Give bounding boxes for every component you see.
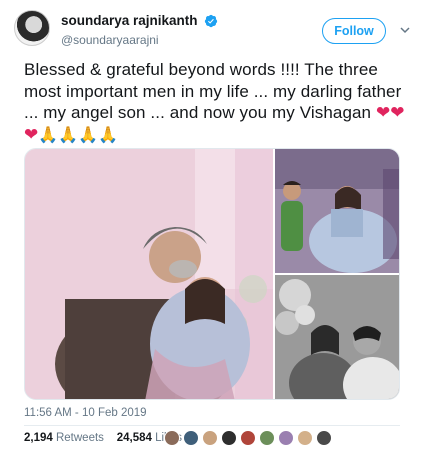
divider: [24, 425, 400, 426]
liker-avatar[interactable]: [164, 430, 180, 446]
tweet-header: soundarya rajnikanth @soundaryaarajni Fo…: [14, 10, 412, 50]
author-display-name[interactable]: soundarya rajnikanth: [61, 13, 198, 28]
retweets-count: 2,194: [24, 432, 53, 444]
liker-avatar[interactable]: [240, 430, 256, 446]
author-avatar[interactable]: [14, 10, 50, 46]
retweets-label: Retweets: [55, 432, 104, 444]
verified-badge-icon: [204, 14, 218, 27]
follow-button[interactable]: Follow: [322, 18, 386, 44]
photo-top-right[interactable]: [275, 149, 399, 273]
tweet-media[interactable]: [24, 148, 400, 400]
photo-bottom-right[interactable]: [275, 275, 399, 399]
liker-avatar[interactable]: [259, 430, 275, 446]
liker-avatar[interactable]: [202, 430, 218, 446]
liker-avatar[interactable]: [297, 430, 313, 446]
author-names[interactable]: soundarya rajnikanth @soundaryaarajni: [61, 12, 218, 47]
likes-count: 24,584: [116, 432, 152, 444]
tweet-text: Blessed & grateful beyond words !!!! The…: [24, 59, 414, 146]
photo-main[interactable]: [25, 149, 273, 399]
retweets-stat[interactable]: 2,194 Retweets: [24, 432, 104, 444]
photo-bottom-drawing: [275, 275, 399, 399]
liker-avatar[interactable]: [278, 430, 294, 446]
liker-avatar[interactable]: [221, 430, 237, 446]
liker-avatar[interactable]: [316, 430, 332, 446]
tweet-body: Blessed & grateful beyond words !!!! The…: [24, 60, 402, 122]
author-handle[interactable]: @soundaryaarajni: [61, 33, 218, 47]
tweet-stats: 2,194 Retweets 24,584 Likes: [24, 432, 182, 444]
tweet-timestamp[interactable]: 11:56 AM - 10 Feb 2019: [24, 407, 147, 419]
photo-main-drawing: [25, 149, 273, 399]
praying-hands-emoji-icon: 🙏🙏🙏🙏: [38, 126, 119, 144]
liker-avatar[interactable]: [183, 430, 199, 446]
chevron-down-icon[interactable]: [399, 24, 411, 36]
photo-top-drawing: [275, 149, 399, 273]
